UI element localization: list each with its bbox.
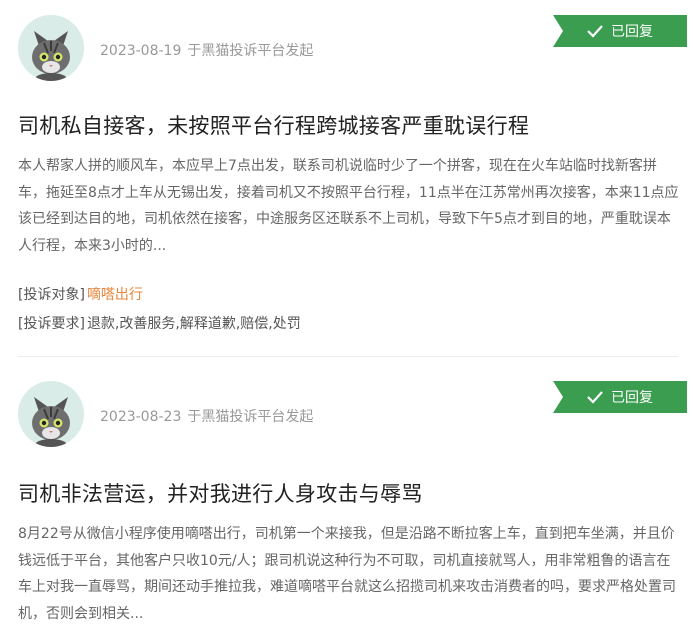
complaint-meta: 2023-08-19 于黑猫投诉平台发起 xyxy=(100,40,313,60)
complaint-card[interactable]: 2023-08-23 于黑猫投诉平台发起 已回复 司机非法营运，并对我进行人身攻击… xyxy=(0,372,693,636)
check-icon xyxy=(587,391,603,404)
complaint-body: 本人帮家人拼的顺风车，本应早上7点出发，联系司机说临时少了一个拼客，现在在火车站… xyxy=(18,158,679,254)
complaint-title[interactable]: 司机私自接客，未按照平台行程跨城接客严重耽误行程 xyxy=(18,110,675,140)
replied-badge: 已回复 xyxy=(553,15,687,47)
complaint-target-row: [投诉对象] 嘀嗒出行 xyxy=(18,284,143,304)
complaint-body: 8月22号从微信小程序使用嘀嗒出行，司机第一个来接我，但是沿路不断拉客上车，直到… xyxy=(18,526,676,622)
badge-label: 已回复 xyxy=(611,24,653,40)
complaint-demand-row: [投诉要求] 退款,改善服务,解释道歉,赔偿,处罚 xyxy=(18,313,301,333)
card-divider xyxy=(18,356,678,357)
cat-avatar xyxy=(18,381,84,447)
complaint-meta: 2023-08-23 于黑猫投诉平台发起 xyxy=(100,406,313,426)
target-company-link[interactable]: 嘀嗒出行 xyxy=(87,287,143,303)
cat-avatar xyxy=(18,15,84,81)
complaint-date: 2023-08-19 xyxy=(100,43,182,59)
check-icon xyxy=(587,25,603,38)
complaint-source: 于黑猫投诉平台发起 xyxy=(187,409,314,425)
target-label: [投诉对象] xyxy=(18,287,85,303)
demand-label: [投诉要求] xyxy=(18,316,85,332)
complaint-title[interactable]: 司机非法营运，并对我进行人身攻击与辱骂 xyxy=(18,478,675,508)
badge-label: 已回复 xyxy=(611,390,653,406)
replied-badge: 已回复 xyxy=(553,381,687,413)
complaint-source: 于黑猫投诉平台发起 xyxy=(187,43,314,59)
complaint-card[interactable]: 2023-08-19 于黑猫投诉平台发起 已回复 司机私自接客，未按照平台行程跨城… xyxy=(0,0,693,360)
complaint-date: 2023-08-23 xyxy=(100,409,182,425)
demand-value: 退款,改善服务,解释道歉,赔偿,处罚 xyxy=(86,316,301,332)
